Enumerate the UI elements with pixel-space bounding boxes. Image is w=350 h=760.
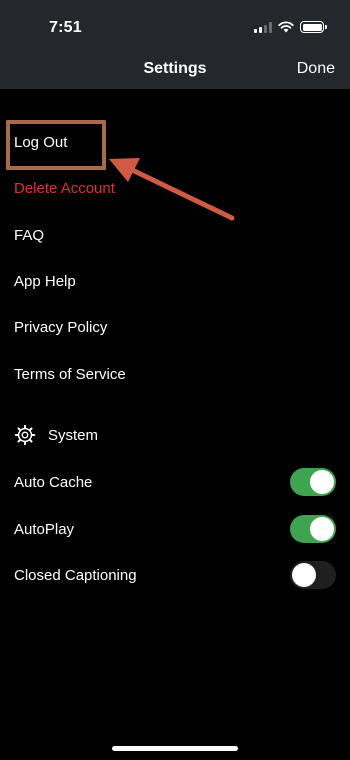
pointer-arrow-annotation [109,158,235,221]
terms-of-service-link[interactable]: Terms of Service [14,366,126,383]
wifi-icon [278,21,294,33]
battery-icon [300,21,327,33]
autoplay-label: AutoPlay [14,520,75,538]
auto-cache-label: Auto Cache [14,473,93,491]
autoplay-toggle[interactable] [290,515,336,543]
system-section-header: System [14,424,98,446]
autoplay-row: AutoPlay [14,515,336,543]
cellular-signal-icon [254,21,272,33]
privacy-policy-link[interactable]: Privacy Policy [14,319,107,336]
settings-screen: 7:51 Settings Done Log Out Delete Accoun… [0,0,350,760]
auto-cache-toggle[interactable] [290,468,336,496]
auto-cache-row: Auto Cache [14,468,336,496]
gear-icon [14,424,36,446]
home-indicator[interactable] [112,746,238,751]
app-help-link[interactable]: App Help [14,273,76,290]
done-button[interactable]: Done [297,60,335,78]
navigation-header: 7:51 Settings Done [0,0,350,89]
closed-captioning-label: Closed Captioning [14,566,137,584]
log-out-highlight-annotation [6,120,106,170]
status-icons [254,21,327,33]
closed-captioning-row: Closed Captioning [14,561,336,589]
closed-captioning-toggle[interactable] [290,561,336,589]
faq-link[interactable]: FAQ [14,227,44,244]
system-section-title: System [48,426,99,444]
status-time: 7:51 [49,19,82,36]
